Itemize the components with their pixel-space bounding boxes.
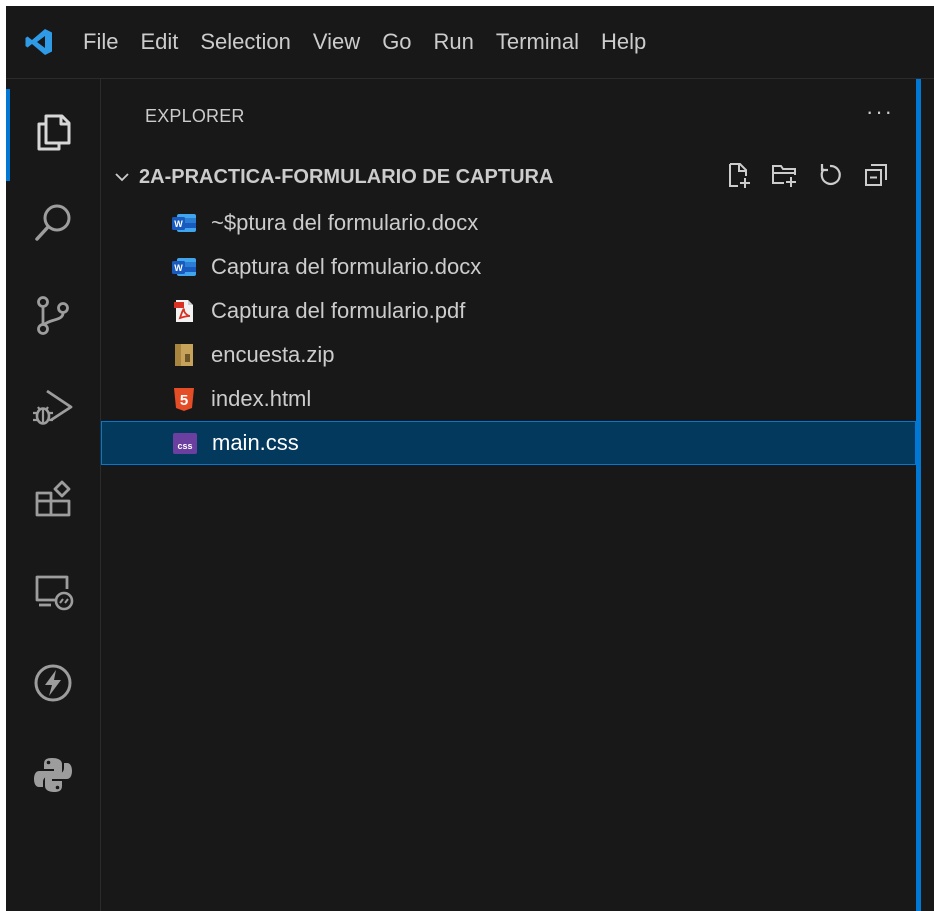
activity-search[interactable]: [6, 177, 100, 269]
menu-help[interactable]: Help: [590, 6, 657, 78]
menu-bar: File Edit Selection View Go Run Terminal…: [6, 6, 934, 79]
menu-edit[interactable]: Edit: [129, 6, 189, 78]
file-name: encuesta.zip: [211, 342, 335, 367]
word-icon: W: [171, 210, 197, 236]
extensions-icon: [35, 480, 71, 517]
word-icon: W: [171, 254, 197, 280]
activity-remote-explorer[interactable]: [6, 545, 100, 637]
sidebar-resize-handle[interactable]: [916, 79, 921, 911]
search-icon: [35, 204, 71, 241]
activity-explorer[interactable]: [6, 85, 100, 181]
file-item[interactable]: 5 index.html: [101, 377, 916, 421]
activity-source-control[interactable]: [6, 269, 100, 361]
file-name: index.html: [211, 386, 312, 411]
menu-view[interactable]: View: [302, 6, 371, 78]
file-name: Captura del formulario.pdf: [211, 298, 466, 323]
file-item[interactable]: encuesta.zip: [101, 333, 916, 377]
html5-icon: 5: [171, 386, 197, 412]
zip-icon: [171, 342, 197, 368]
new-folder-icon[interactable]: [768, 159, 800, 191]
vscode-window: File Edit Selection View Go Run Terminal…: [6, 6, 934, 911]
remote-explorer-icon: [35, 575, 74, 611]
menu-selection[interactable]: Selection: [189, 6, 302, 78]
lightning-icon: [34, 664, 72, 702]
file-item[interactable]: W ~$ptura del formulario.docx: [101, 201, 916, 245]
activity-lightning[interactable]: [6, 637, 100, 729]
explorer-icon: [37, 114, 71, 151]
menu-file[interactable]: File: [72, 6, 129, 78]
file-item-selected[interactable]: css main.css: [101, 421, 916, 465]
pdf-icon: [171, 298, 197, 324]
vscode-logo-icon: [6, 6, 72, 78]
svg-text:W: W: [174, 219, 183, 229]
python-icon: [34, 758, 72, 792]
menu-run[interactable]: Run: [423, 6, 485, 78]
svg-text:5: 5: [180, 392, 188, 409]
source-control-icon: [37, 296, 69, 335]
menu-go[interactable]: Go: [371, 6, 422, 78]
file-list: W ~$ptura del formulario.docx W Captura …: [101, 201, 916, 465]
menu-terminal[interactable]: Terminal: [485, 6, 590, 78]
folder-row[interactable]: 2A-PRACTICA-FORMULARIO DE CAPTURA: [101, 157, 916, 197]
activity-run-debug[interactable]: [6, 361, 100, 453]
file-item[interactable]: W Captura del formulario.docx: [101, 245, 916, 289]
file-name: ~$ptura del formulario.docx: [211, 210, 479, 235]
activity-python[interactable]: [6, 729, 100, 821]
svg-text:W: W: [174, 263, 183, 273]
explorer-panel: EXPLORER ··· 2A-PRACTICA-FORMULARIO DE C…: [101, 79, 916, 911]
file-name: Captura del formulario.docx: [211, 254, 482, 279]
file-item[interactable]: Captura del formulario.pdf: [101, 289, 916, 333]
folder-actions: [722, 159, 892, 191]
folder-name: 2A-PRACTICA-FORMULARIO DE CAPTURA: [139, 165, 554, 188]
activity-extensions[interactable]: [6, 453, 100, 545]
explorer-header: EXPLORER ···: [101, 79, 916, 153]
explorer-title: EXPLORER: [145, 105, 245, 126]
activity-bar: [6, 79, 101, 911]
run-debug-icon: [33, 389, 73, 425]
file-name: main.css: [212, 430, 299, 455]
new-file-icon[interactable]: [722, 159, 754, 191]
svg-text:css: css: [177, 441, 192, 451]
collapse-all-icon[interactable]: [860, 159, 892, 191]
chevron-down-icon[interactable]: [111, 168, 133, 186]
css-icon: css: [172, 430, 198, 456]
refresh-icon[interactable]: [814, 159, 846, 191]
more-actions-button[interactable]: ···: [866, 101, 894, 123]
